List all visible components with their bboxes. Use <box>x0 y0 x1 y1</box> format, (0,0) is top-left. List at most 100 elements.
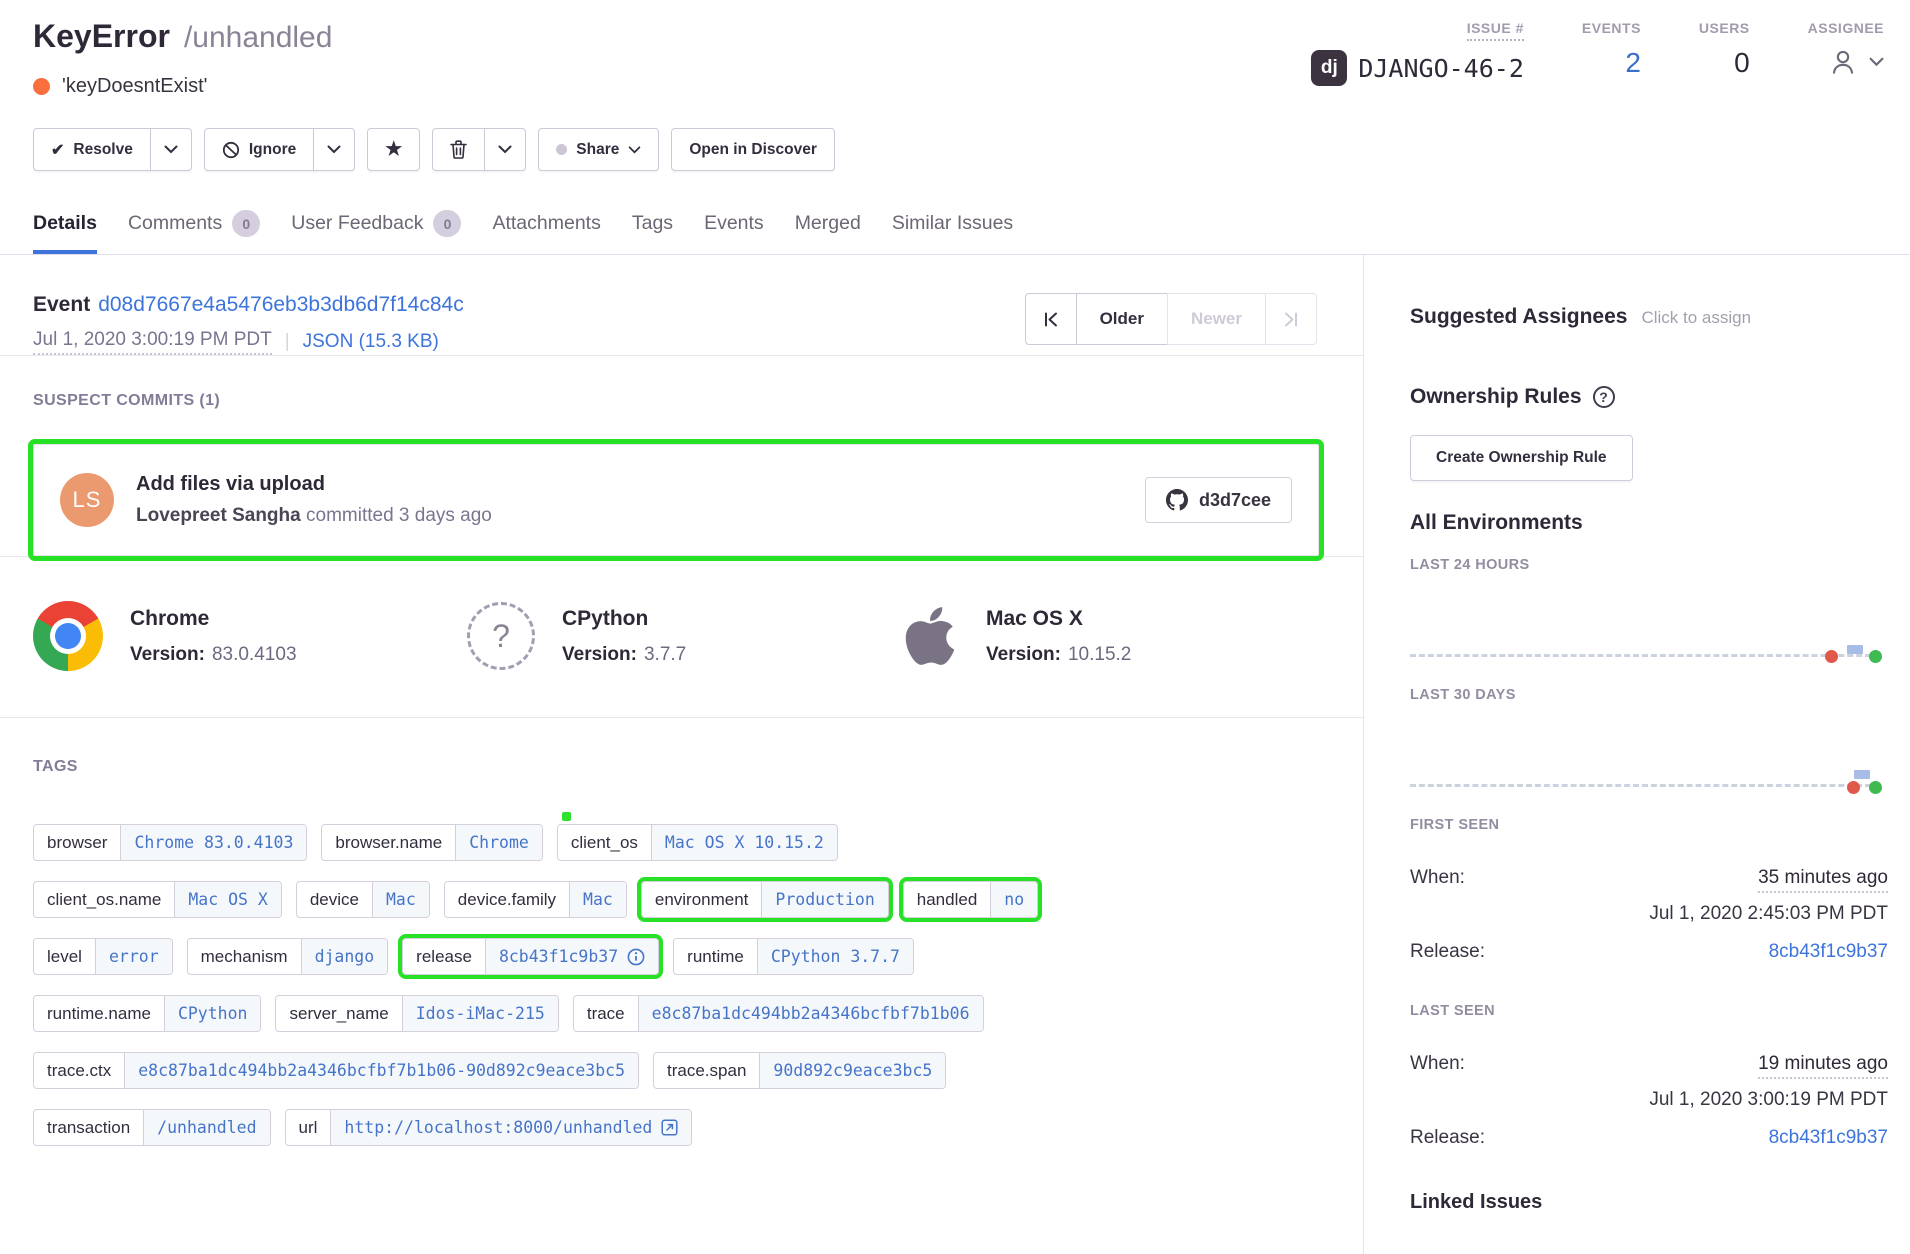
resolve-button-group: ✔ Resolve <box>33 128 192 171</box>
tag-value-link[interactable]: Chrome 83.0.4103 <box>120 825 306 860</box>
tags-list: browserChrome 83.0.4103browser.nameChrom… <box>33 824 1363 1146</box>
tag-value-link[interactable]: CPython 3.7.7 <box>757 939 913 974</box>
tag-value-link[interactable]: Production <box>761 882 887 917</box>
event-pagination: Older Newer <box>1025 293 1317 345</box>
issue-message: 'keyDoesntExist' <box>62 75 207 98</box>
tag-value-link[interactable]: e8c87ba1dc494bb2a4346bcfbf7b1b06 <box>638 996 983 1031</box>
last-30-days-sparkline[interactable] <box>1410 751 1880 795</box>
tab-merged[interactable]: Merged <box>795 210 861 254</box>
sparkline-baseline <box>1410 784 1880 787</box>
tab-tags[interactable]: Tags <box>632 210 673 254</box>
tag-value-link[interactable]: django <box>301 939 388 974</box>
raw-json-link[interactable]: JSON (15.3 KB) <box>303 331 439 353</box>
tag-value-link[interactable]: Mac OS X 10.15.2 <box>651 825 837 860</box>
annotation-dot <box>562 812 571 821</box>
tag-value-link[interactable]: Idos-iMac-215 <box>402 996 558 1031</box>
event-id-link[interactable]: d08d7667e4a5476eb3b3db6d7f14c84c <box>98 293 464 316</box>
all-environments-title: All Environments <box>1410 511 1888 535</box>
last-24-hours-sparkline[interactable] <box>1410 621 1880 665</box>
tag-key: handled <box>904 882 991 917</box>
tag-release: release8cb43f1c9b37 <box>402 938 659 975</box>
tab-label: Events <box>704 212 764 235</box>
ignore-dropdown-button[interactable] <box>313 128 355 171</box>
resolve-dropdown-button[interactable] <box>150 128 192 171</box>
context-name: Mac OS X <box>986 607 1131 631</box>
tag-value-link[interactable]: Mac <box>569 882 626 917</box>
first-seen-marker <box>1847 781 1860 794</box>
issue-stats: ISSUE # dj DJANGO-46-2 EVENTS 2 USERS 0 … <box>1311 20 1884 86</box>
tag-value-link[interactable]: 90d892c9eace3bc5 <box>759 1053 945 1088</box>
create-ownership-rule-button[interactable]: Create Ownership Rule <box>1410 435 1633 481</box>
help-question-icon[interactable]: ? <box>1593 386 1615 408</box>
tag-row: transaction/unhandledurlhttp://localhost… <box>33 1109 1363 1146</box>
last-seen-release-link[interactable]: 8cb43f1c9b37 <box>1769 1127 1888 1149</box>
tag-row: client_os.nameMac OS XdeviceMacdevice.fa… <box>33 881 1363 918</box>
assignee-person-icon <box>1828 47 1858 77</box>
tag-row: trace.ctxe8c87ba1dc494bb2a4346bcfbf7b1b0… <box>33 1052 1363 1089</box>
skip-to-newest-icon <box>1284 312 1298 327</box>
oldest-event-button[interactable] <box>1025 293 1077 345</box>
tag-key: runtime.name <box>34 996 164 1031</box>
last-seen-relative: 19 minutes ago <box>1758 1053 1888 1079</box>
context-version: 83.0.4103 <box>212 644 297 665</box>
open-in-discover-button[interactable]: Open in Discover <box>671 128 834 171</box>
commit-sha-button[interactable]: d3d7cee <box>1145 477 1292 523</box>
newest-event-button[interactable] <box>1265 293 1317 345</box>
django-platform-icon: dj <box>1311 50 1347 86</box>
tag-value-link[interactable]: http://localhost:8000/unhandled <box>330 1110 691 1145</box>
chevron-down-icon <box>327 145 341 154</box>
short-issue-id[interactable]: DJANGO-46-2 <box>1358 54 1524 83</box>
commit-meta: Lovepreet Sangha committed 3 days ago <box>136 505 492 527</box>
events-count[interactable]: 2 <box>1625 47 1641 79</box>
tag-value-link[interactable]: /unhandled <box>143 1110 269 1145</box>
mute-icon <box>222 141 240 159</box>
skip-to-oldest-icon <box>1044 312 1058 327</box>
tag-key: level <box>34 939 95 974</box>
tag-trace: tracee8c87ba1dc494bb2a4346bcfbf7b1b06 <box>573 995 984 1032</box>
tag-value-link[interactable]: CPython <box>164 996 261 1031</box>
tag-device: deviceMac <box>296 881 430 918</box>
assignee-selector[interactable] <box>1808 47 1884 77</box>
tab-events[interactable]: Events <box>704 210 764 254</box>
tab-comments[interactable]: Comments0 <box>128 210 260 254</box>
share-button[interactable]: Share <box>538 128 659 171</box>
tag-value-link[interactable]: Chrome <box>455 825 542 860</box>
users-count[interactable]: 0 <box>1734 47 1750 79</box>
tag-value-link[interactable]: no <box>990 882 1037 917</box>
suspect-commit-card: LS Add files via upload Lovepreet Sangha… <box>33 444 1319 556</box>
older-event-button[interactable]: Older <box>1076 293 1168 345</box>
tag-key: runtime <box>674 939 757 974</box>
delete-button[interactable] <box>432 128 485 171</box>
stat-users: USERS 0 <box>1699 20 1750 86</box>
tag-value-link[interactable]: error <box>95 939 172 974</box>
tab-similar-issues[interactable]: Similar Issues <box>892 210 1013 254</box>
tag-value-link[interactable]: Mac <box>372 882 429 917</box>
trash-icon <box>450 140 467 159</box>
click-to-assign-hint[interactable]: Click to assign <box>1641 308 1751 328</box>
event-contexts-row: Chrome Version:83.0.4103 ? CPython Versi… <box>0 557 1363 717</box>
last-30-days-label: LAST 30 DAYS <box>1410 687 1888 703</box>
tag-transaction: transaction/unhandled <box>33 1109 271 1146</box>
tab-attachments[interactable]: Attachments <box>492 210 600 254</box>
suspect-commits-heading: SUSPECT COMMITS (1) <box>33 392 1363 410</box>
tag-value-link[interactable]: e8c87ba1dc494bb2a4346bcfbf7b1b06-90d892c… <box>124 1053 638 1088</box>
first-seen-date: Jul 1, 2020 2:45:03 PM PDT <box>1410 903 1888 925</box>
delete-dropdown-button[interactable] <box>484 128 526 171</box>
tag-key: device <box>297 882 372 917</box>
resolve-button[interactable]: ✔ Resolve <box>33 128 151 171</box>
github-icon <box>1166 489 1188 511</box>
tab-user-feedback[interactable]: User Feedback0 <box>291 210 461 254</box>
tag-value-link[interactable]: Mac OS X <box>174 882 280 917</box>
tag-value-link[interactable]: 8cb43f1c9b37 <box>485 939 658 974</box>
bookmark-button[interactable]: ★ <box>367 128 420 171</box>
ignore-button[interactable]: Ignore <box>204 128 314 171</box>
tag-key: client_os.name <box>34 882 174 917</box>
tag-key: trace <box>574 996 638 1031</box>
newer-event-button[interactable]: Newer <box>1167 293 1266 345</box>
first-seen-release-link[interactable]: 8cb43f1c9b37 <box>1769 941 1888 963</box>
section-divider <box>0 355 1363 356</box>
last-seen-label: LAST SEEN <box>1410 1003 1888 1019</box>
context-name: Chrome <box>130 607 297 631</box>
tab-details[interactable]: Details <box>33 210 97 254</box>
first-seen-label: FIRST SEEN <box>1410 817 1888 833</box>
